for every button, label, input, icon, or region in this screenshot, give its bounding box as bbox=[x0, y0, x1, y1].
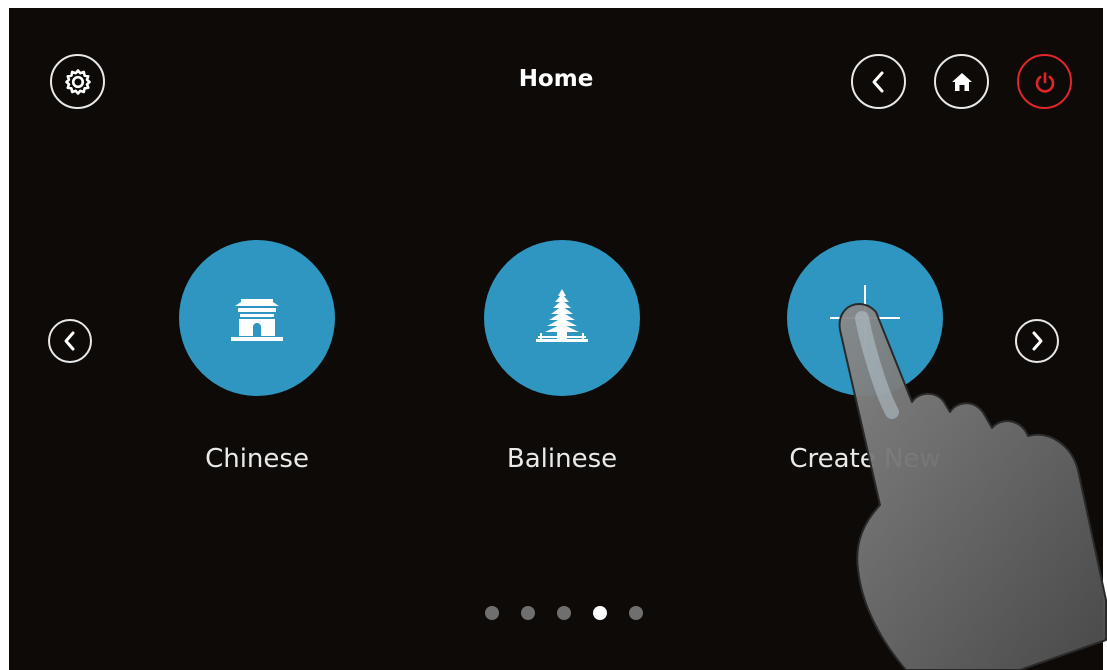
preset-tile-chinese[interactable] bbox=[179, 240, 335, 396]
chevron-left-icon bbox=[64, 331, 75, 351]
back-button[interactable] bbox=[851, 54, 906, 109]
chevron-right-icon bbox=[1032, 331, 1043, 351]
plus-icon bbox=[830, 285, 900, 353]
home-icon bbox=[951, 72, 972, 91]
carousel-prev-button[interactable] bbox=[48, 319, 92, 363]
preset-label-chinese: Chinese bbox=[205, 444, 309, 474]
balinese-pagoda-icon bbox=[536, 289, 588, 342]
page-dot[interactable] bbox=[629, 606, 643, 620]
app-screen: Home Chinese Balinese Create New bbox=[9, 8, 1103, 670]
page-dot-active[interactable] bbox=[593, 606, 607, 620]
home-button[interactable] bbox=[934, 54, 989, 109]
preset-label-balinese: Balinese bbox=[506, 444, 618, 474]
page-dot[interactable] bbox=[521, 606, 535, 620]
preset-tile-balinese[interactable] bbox=[484, 240, 640, 396]
power-icon bbox=[1035, 71, 1054, 93]
power-button[interactable] bbox=[1017, 54, 1072, 109]
preset-label-create-new: Create New bbox=[789, 444, 941, 474]
carousel-next-button[interactable] bbox=[1015, 319, 1059, 363]
chinese-temple-icon bbox=[231, 299, 283, 341]
chevron-left-icon bbox=[872, 71, 883, 92]
preset-tile-create-new[interactable] bbox=[787, 240, 943, 396]
page-dot[interactable] bbox=[485, 606, 499, 620]
page-dot[interactable] bbox=[557, 606, 571, 620]
page-indicator bbox=[485, 606, 643, 620]
